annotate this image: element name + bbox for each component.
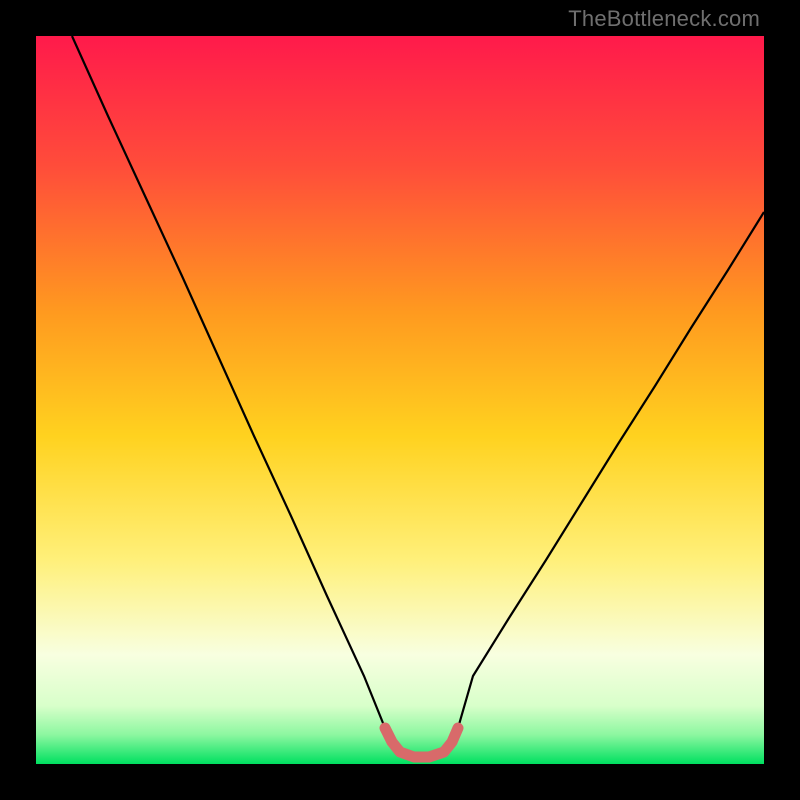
curve-path (72, 36, 764, 756)
plot-area (36, 36, 764, 764)
bottleneck-curve (36, 36, 764, 764)
watermark-text: TheBottleneck.com (568, 6, 760, 32)
chart-frame: TheBottleneck.com (0, 0, 800, 800)
optimal-range-highlight (385, 728, 458, 757)
